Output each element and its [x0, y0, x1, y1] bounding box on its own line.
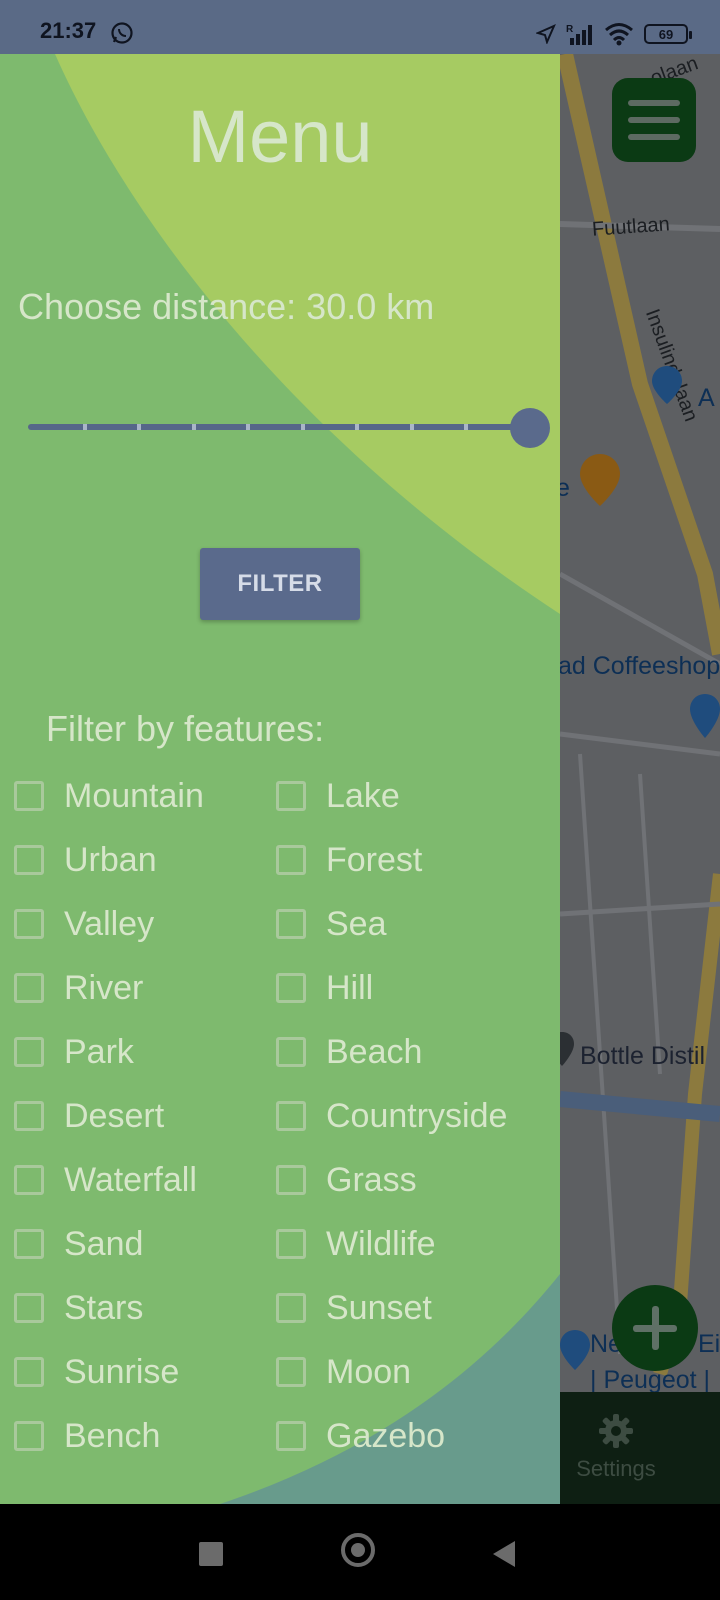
checkbox[interactable] — [276, 973, 306, 1003]
feature-river[interactable]: River — [14, 968, 143, 1008]
feature-waterfall[interactable]: Waterfall — [14, 1160, 197, 1200]
feature-stars[interactable]: Stars — [14, 1288, 143, 1328]
add-location-button[interactable] — [612, 1285, 698, 1371]
checkbox[interactable] — [276, 845, 306, 875]
feature-urban[interactable]: Urban — [14, 840, 157, 880]
feature-label: Sunrise — [64, 1352, 180, 1391]
checkbox[interactable] — [276, 1357, 306, 1387]
feature-label: Lake — [326, 776, 400, 815]
feature-checkbox-list: Mountain Urban Valley River Park Desert Waterf… — [0, 54, 560, 1504]
shopping-pin-icon — [690, 694, 720, 738]
hamburger-line — [628, 134, 680, 140]
shopping-pin-icon — [652, 366, 682, 404]
checkbox[interactable] — [14, 1229, 44, 1259]
feature-hill[interactable]: Hill — [276, 968, 373, 1008]
checkbox[interactable] — [14, 1101, 44, 1131]
feature-label: Sunset — [326, 1288, 432, 1327]
checkbox[interactable] — [14, 1293, 44, 1323]
home-icon[interactable] — [341, 1533, 375, 1567]
checkbox[interactable] — [276, 1421, 306, 1451]
settings-tab[interactable]: Settings — [556, 1412, 676, 1482]
feature-label: Gazebo — [326, 1416, 446, 1455]
feature-sunrise[interactable]: Sunrise — [14, 1352, 179, 1392]
feature-valley[interactable]: Valley — [14, 904, 154, 944]
checkbox[interactable] — [276, 1293, 306, 1323]
feature-sunset[interactable]: Sunset — [276, 1288, 432, 1328]
feature-label: Hill — [326, 968, 374, 1007]
map-label-poi-a: A — [698, 384, 715, 412]
checkbox[interactable] — [276, 909, 306, 939]
feature-wildlife[interactable]: Wildlife — [276, 1224, 436, 1264]
feature-label: Sand — [64, 1224, 144, 1263]
feature-label: Waterfall — [64, 1160, 197, 1199]
feature-label: Desert — [64, 1096, 165, 1135]
feature-label: Sea — [326, 904, 387, 943]
feature-park[interactable]: Park — [14, 1032, 134, 1072]
feature-label: Stars — [64, 1288, 144, 1327]
feature-gazebo[interactable]: Gazebo — [276, 1416, 445, 1456]
map-label-coffeeshop: ad Coffeeshop — [558, 652, 720, 680]
feature-label: Moon — [326, 1352, 412, 1391]
feature-label: Valley — [64, 904, 155, 943]
feature-desert[interactable]: Desert — [14, 1096, 164, 1136]
checkbox[interactable] — [276, 1101, 306, 1131]
feature-grass[interactable]: Grass — [276, 1160, 417, 1200]
map-label-peugeot-1b: Ei — [698, 1330, 720, 1358]
feature-label: Mountain — [64, 776, 204, 815]
checkbox[interactable] — [14, 973, 44, 1003]
feature-countryside[interactable]: Countryside — [276, 1096, 507, 1136]
feature-bench[interactable]: Bench — [14, 1416, 160, 1456]
feature-label: River — [64, 968, 144, 1007]
checkbox[interactable] — [14, 1165, 44, 1195]
checkbox[interactable] — [276, 1229, 306, 1259]
checkbox[interactable] — [14, 909, 44, 939]
feature-moon[interactable]: Moon — [276, 1352, 411, 1392]
settings-tab-label: Settings — [576, 1456, 656, 1481]
feature-label: Urban — [64, 840, 157, 879]
feature-label: Wildlife — [326, 1224, 436, 1263]
location-arrow-icon — [536, 24, 556, 44]
checkbox[interactable] — [276, 781, 306, 811]
wifi-icon — [605, 23, 633, 46]
navigation-drawer: Menu Choose distance: 30.0 km FILTER Fil… — [0, 54, 560, 1504]
map-label-bottle: Bottle Distil — [580, 1042, 706, 1070]
feature-label: Park — [64, 1032, 134, 1071]
feature-sea[interactable]: Sea — [276, 904, 387, 944]
feature-mountain[interactable]: Mountain — [14, 776, 204, 816]
feature-lake[interactable]: Lake — [276, 776, 400, 816]
shopping-pin-icon — [560, 1330, 590, 1370]
checkbox[interactable] — [14, 845, 44, 875]
hamburger-line — [628, 117, 680, 123]
status-time: 21:37 — [40, 18, 97, 43]
feature-label: Forest — [326, 840, 423, 879]
checkbox[interactable] — [14, 1357, 44, 1387]
svg-text:R: R — [566, 24, 574, 35]
menu-button[interactable] — [612, 78, 696, 162]
system-navigation-bar — [0, 1504, 720, 1600]
checkbox[interactable] — [276, 1037, 306, 1067]
hamburger-line — [628, 100, 680, 106]
gear-icon — [599, 1414, 633, 1448]
signal-icon: R — [566, 24, 592, 45]
checkbox[interactable] — [14, 1421, 44, 1451]
feature-label: Grass — [326, 1160, 417, 1199]
feature-sand[interactable]: Sand — [14, 1224, 143, 1264]
feature-forest[interactable]: Forest — [276, 840, 422, 880]
feature-label: Beach — [326, 1032, 423, 1071]
back-icon[interactable] — [493, 1541, 515, 1567]
checkbox[interactable] — [14, 781, 44, 811]
restaurant-pin-icon — [580, 454, 620, 506]
status-bar: 21:37 R 69 — [0, 0, 720, 54]
battery-icon: 69 — [644, 24, 692, 44]
feature-label: Countryside — [326, 1096, 508, 1135]
feature-beach[interactable]: Beach — [276, 1032, 422, 1072]
checkbox[interactable] — [276, 1165, 306, 1195]
whatsapp-icon — [111, 22, 133, 44]
recents-icon[interactable] — [199, 1542, 223, 1566]
battery-level: 69 — [658, 26, 674, 42]
checkbox[interactable] — [14, 1037, 44, 1067]
feature-label: Bench — [64, 1416, 161, 1455]
